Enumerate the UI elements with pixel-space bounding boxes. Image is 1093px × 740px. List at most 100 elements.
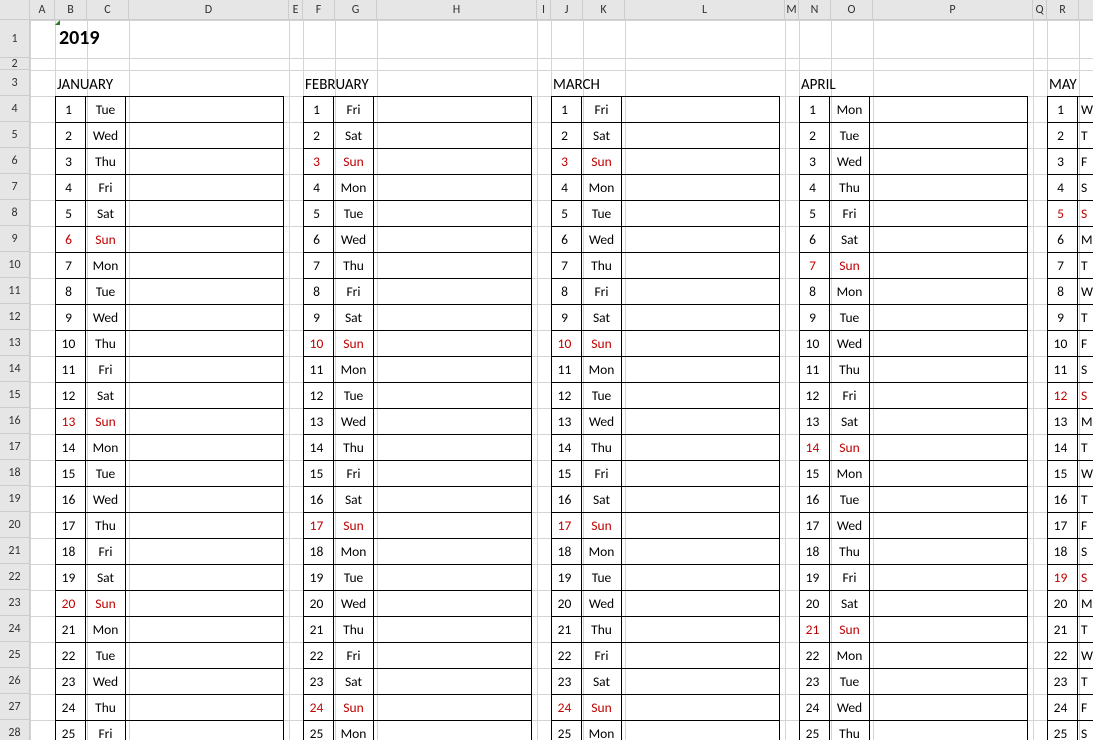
day-of-week[interactable]: Mon — [830, 461, 870, 487]
day-of-week[interactable]: Sat — [582, 669, 622, 695]
day-note[interactable] — [374, 643, 532, 669]
day-number[interactable]: 8 — [1048, 279, 1078, 305]
day-note[interactable] — [374, 201, 532, 227]
day-of-week[interactable]: Thu — [582, 435, 622, 461]
day-note[interactable] — [870, 643, 1028, 669]
day-number[interactable]: 8 — [304, 279, 334, 305]
calendar-row[interactable]: 3Thu — [56, 149, 284, 175]
day-note[interactable] — [374, 461, 532, 487]
calendar-row[interactable]: 21Thu — [304, 617, 532, 643]
day-number[interactable]: 7 — [304, 253, 334, 279]
day-of-week[interactable]: Thu — [582, 253, 622, 279]
calendar-row[interactable]: 22Fri — [552, 643, 780, 669]
day-of-week[interactable]: Tue — [830, 123, 870, 149]
calendar-row[interactable]: 2T — [1048, 123, 1093, 149]
calendar-row[interactable]: 12Sat — [56, 383, 284, 409]
day-of-week[interactable]: Tue — [830, 487, 870, 513]
day-of-week[interactable]: Wed — [582, 591, 622, 617]
day-of-week[interactable]: Sun — [830, 617, 870, 643]
day-number[interactable]: 11 — [800, 357, 830, 383]
day-of-week[interactable]: Mon — [830, 643, 870, 669]
calendar-row[interactable]: 19Tue — [552, 565, 780, 591]
day-number[interactable]: 1 — [1048, 97, 1078, 123]
day-number[interactable]: 12 — [56, 383, 86, 409]
calendar-row[interactable]: 7Thu — [552, 253, 780, 279]
day-of-week[interactable]: Fri — [582, 97, 622, 123]
day-of-week[interactable]: Mon — [830, 279, 870, 305]
day-number[interactable]: 7 — [552, 253, 582, 279]
row-header-11[interactable]: 11 — [0, 278, 29, 304]
row-header-20[interactable]: 20 — [0, 512, 29, 538]
day-of-week[interactable]: F — [1077, 513, 1093, 539]
month-name[interactable]: MARCH — [551, 70, 780, 96]
calendar-row[interactable]: 10Thu — [56, 331, 284, 357]
day-number[interactable]: 24 — [552, 695, 582, 721]
day-number[interactable]: 16 — [304, 487, 334, 513]
calendar-row[interactable]: 15Mon — [800, 461, 1028, 487]
day-note[interactable] — [622, 435, 780, 461]
day-of-week[interactable]: Wed — [582, 409, 622, 435]
day-number[interactable]: 3 — [1048, 149, 1078, 175]
day-note[interactable] — [622, 643, 780, 669]
day-number[interactable]: 25 — [56, 721, 86, 740]
day-number[interactable]: 12 — [552, 383, 582, 409]
day-number[interactable]: 9 — [56, 305, 86, 331]
calendar-row[interactable]: 5Fri — [800, 201, 1028, 227]
calendar-row[interactable]: 4Mon — [304, 175, 532, 201]
day-number[interactable]: 12 — [304, 383, 334, 409]
day-note[interactable] — [126, 513, 284, 539]
day-number[interactable]: 19 — [304, 565, 334, 591]
day-number[interactable]: 2 — [56, 123, 86, 149]
day-number[interactable]: 19 — [800, 565, 830, 591]
day-note[interactable] — [870, 253, 1028, 279]
day-number[interactable]: 6 — [304, 227, 334, 253]
calendar-row[interactable]: 11Mon — [552, 357, 780, 383]
day-number[interactable]: 5 — [304, 201, 334, 227]
day-of-week[interactable]: W — [1077, 279, 1093, 305]
day-note[interactable] — [126, 123, 284, 149]
calendar-row[interactable]: 12S — [1048, 383, 1093, 409]
day-note[interactable] — [870, 201, 1028, 227]
calendar-row[interactable]: 15Fri — [304, 461, 532, 487]
day-number[interactable]: 7 — [1048, 253, 1078, 279]
calendar-row[interactable]: 11Mon — [304, 357, 532, 383]
day-number[interactable]: 25 — [552, 721, 582, 740]
calendar-row[interactable]: 21Mon — [56, 617, 284, 643]
day-of-week[interactable]: W — [1077, 97, 1093, 123]
day-note[interactable] — [126, 305, 284, 331]
column-header-S[interactable]: S — [1079, 0, 1093, 19]
month-name[interactable]: FEBRUARY — [303, 70, 532, 96]
day-of-week[interactable]: Mon — [334, 175, 374, 201]
day-number[interactable]: 10 — [304, 331, 334, 357]
day-note[interactable] — [622, 617, 780, 643]
calendar-row[interactable]: 17Sun — [552, 513, 780, 539]
day-note[interactable] — [622, 201, 780, 227]
day-of-week[interactable]: Sat — [86, 383, 126, 409]
day-of-week[interactable]: Thu — [86, 513, 126, 539]
day-number[interactable]: 15 — [56, 461, 86, 487]
calendar-row[interactable]: 25Mon — [552, 721, 780, 740]
day-note[interactable] — [870, 123, 1028, 149]
calendar-row[interactable]: 18Mon — [304, 539, 532, 565]
day-of-week[interactable]: Sun — [582, 331, 622, 357]
day-number[interactable]: 14 — [1048, 435, 1078, 461]
calendar-row[interactable]: 13Sun — [56, 409, 284, 435]
day-of-week[interactable]: Thu — [334, 435, 374, 461]
row-header-10[interactable]: 10 — [0, 252, 29, 278]
column-header-L[interactable]: L — [625, 0, 785, 19]
calendar-row[interactable]: 20Sat — [800, 591, 1028, 617]
day-note[interactable] — [374, 97, 532, 123]
day-of-week[interactable]: Wed — [830, 513, 870, 539]
day-number[interactable]: 2 — [304, 123, 334, 149]
column-header-R[interactable]: R — [1047, 0, 1079, 19]
calendar-row[interactable]: 23Sat — [552, 669, 780, 695]
day-of-week[interactable]: Sat — [334, 123, 374, 149]
day-note[interactable] — [126, 227, 284, 253]
day-note[interactable] — [622, 175, 780, 201]
day-of-week[interactable]: Wed — [86, 669, 126, 695]
calendar-row[interactable]: 13Wed — [304, 409, 532, 435]
day-note[interactable] — [622, 279, 780, 305]
day-of-week[interactable]: Sun — [86, 409, 126, 435]
calendar-row[interactable]: 1Tue — [56, 97, 284, 123]
day-number[interactable]: 15 — [1048, 461, 1078, 487]
